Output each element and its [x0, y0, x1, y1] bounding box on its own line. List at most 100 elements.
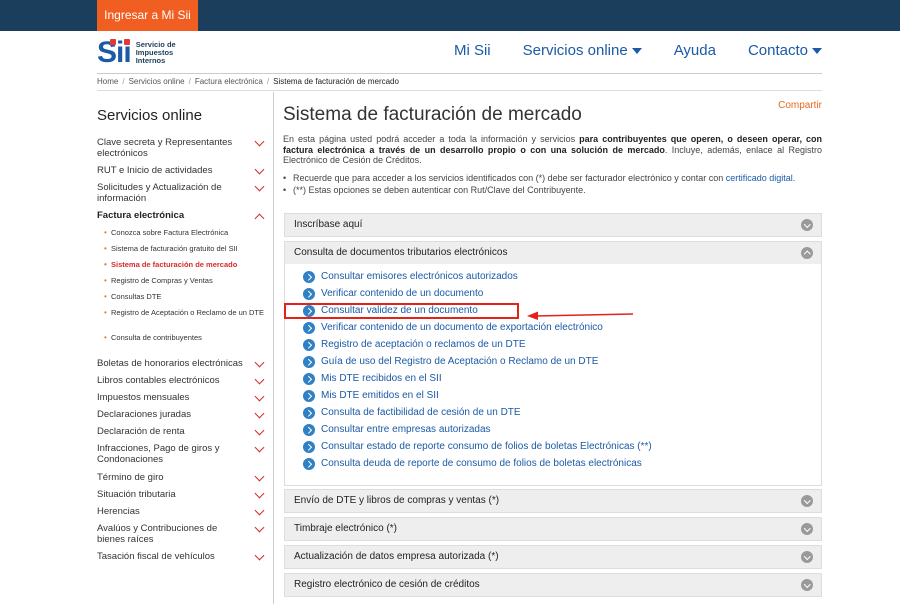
accordion-actualizacion-datos[interactable]: Actualización de datos empresa autorizad… [284, 545, 822, 569]
sidebar-item-label: Libros contables electrónicos [97, 375, 220, 386]
chevron-down-icon [254, 181, 265, 192]
breadcrumb-separator: / [188, 77, 191, 86]
arrow-right-icon [303, 288, 315, 300]
sidebar-item-label: Término de giro [97, 472, 164, 483]
link-label: Consulta deuda de reporte de consumo de … [321, 458, 642, 469]
sidebar-item-label: RUT e Inicio de actividades [97, 165, 213, 176]
sidebar-item-herencias[interactable]: Herencias [97, 505, 267, 517]
link-consultar-emisores[interactable]: Consultar emisores electrónicos autoriza… [303, 270, 518, 284]
login-button[interactable]: Ingresar a Mi Sii [97, 0, 198, 31]
arrow-right-icon [303, 322, 315, 334]
nav-servicios-label: Servicios online [522, 42, 628, 59]
sidebar-item-termino-giro[interactable]: Término de giro [97, 471, 267, 483]
breadcrumb-home[interactable]: Home [97, 77, 118, 86]
nav-contacto[interactable]: Contacto [748, 42, 822, 59]
link-dte-recibidos[interactable]: Mis DTE recibidos en el SII [303, 372, 442, 386]
link-verificar-contenido[interactable]: Verificar contenido de un documento [303, 287, 483, 301]
chevron-down-icon [801, 219, 813, 231]
sii-logo[interactable]: Sii Servicio de Impuestos Internos [97, 38, 176, 68]
sidebar-subitem-gratuito[interactable]: Sistema de facturación gratuito del SII [104, 244, 264, 253]
sidebar-item-rut[interactable]: RUT e Inicio de actividades [97, 164, 267, 176]
link-empresas-autorizadas[interactable]: Consultar entre empresas autorizadas [303, 423, 491, 437]
link-factibilidad-cesion[interactable]: Consulta de factibilidad de cesión de un… [303, 406, 521, 420]
sidebar-subitem-compras-ventas[interactable]: Registro de Compras y Ventas [104, 276, 264, 285]
chevron-down-icon [254, 442, 265, 453]
sidebar-item-infracciones[interactable]: Infracciones, Pago de giros y Condonacio… [97, 442, 267, 465]
sidebar-item-label: Factura electrónica [97, 210, 185, 221]
annotation-arrow-icon [527, 311, 634, 320]
chevron-down-icon [254, 505, 265, 516]
breadcrumb: Home / Servicios online / Factura electrónic… [97, 77, 399, 86]
chevron-down-icon [801, 551, 813, 563]
link-dte-emitidos[interactable]: Mis DTE emitidos en el SII [303, 389, 439, 403]
intro-text: En esta página usted podrá acceder a tod… [283, 134, 580, 144]
sidebar-item-situacion[interactable]: Situación tributaria [97, 488, 267, 500]
chevron-down-icon [254, 136, 265, 147]
note-text: Recuerde que para acceder a los servicio… [293, 173, 726, 183]
link-registro-aceptacion[interactable]: Registro de aceptación o reclamos de un … [303, 338, 526, 352]
arrow-right-icon [303, 271, 315, 283]
sidebar-item-label: Boletas de honorarios electrónicas [97, 358, 243, 369]
sidebar-item-factura-electronica[interactable]: Factura electrónica [97, 210, 267, 224]
chevron-down-icon [254, 488, 265, 499]
chevron-down-icon [801, 579, 813, 591]
sidebar-item-renta[interactable]: Declaración de renta [97, 425, 267, 437]
sidebar-item-tasacion[interactable]: Tasación fiscal de vehículos [97, 550, 267, 562]
chevron-down-icon [254, 164, 265, 175]
sidebar-subitem-conozca[interactable]: Conozca sobre Factura Electrónica [104, 228, 264, 237]
link-estado-reporte-folios[interactable]: Consultar estado de reporte consumo de f… [303, 440, 652, 454]
chevron-down-icon [254, 522, 265, 533]
page-title: Sistema de facturación de mercado [283, 104, 582, 125]
sidebar-item-label: Solicitudes y Actualización de informaci… [97, 182, 222, 204]
sidebar-item-impuestos[interactable]: Impuestos mensuales [97, 391, 267, 403]
share-link[interactable]: Compartir [778, 100, 822, 111]
link-guia-uso[interactable]: Guía de uso del Registro de Aceptación o… [303, 355, 598, 369]
chevron-down-icon [254, 391, 265, 402]
sidebar-item-label: Tasación fiscal de vehículos [97, 551, 215, 562]
sidebar-item-solicitudes[interactable]: Solicitudes y Actualización de informaci… [97, 181, 267, 204]
note-item: Recuerde que para acceder a los servicio… [283, 173, 822, 184]
nav-ayuda[interactable]: Ayuda [674, 42, 716, 59]
sidebar-item-label: Declaraciones juradas [97, 409, 191, 420]
sidebar-divider [273, 92, 274, 604]
logo-mark: Sii [97, 38, 132, 68]
nav-mi-sii[interactable]: Mi Sii [454, 42, 491, 59]
breadcrumb-separator: / [266, 77, 270, 86]
certificado-digital-link[interactable]: certificado digital [726, 173, 793, 183]
logo-line: Internos [135, 56, 166, 65]
header-divider [97, 73, 822, 74]
breadcrumb-factura[interactable]: Factura electrónica [195, 77, 263, 86]
link-verificar-exportacion[interactable]: Verificar contenido de un documento de e… [303, 321, 603, 335]
link-deuda-reporte-folios[interactable]: Consulta deuda de reporte de consumo de … [303, 457, 642, 471]
sidebar-item-label: Declaración de renta [97, 426, 185, 437]
arrow-right-icon [303, 424, 315, 436]
sidebar-item-avaluos[interactable]: Avalúos y Contribuciones de bienes raíce… [97, 522, 267, 545]
accordion-label: Consulta de documentos tributarios elect… [294, 247, 508, 258]
chevron-up-icon [801, 247, 813, 259]
intro-paragraph: En esta página usted podrá acceder a tod… [283, 134, 822, 166]
sidebar-subitem-contribuyentes[interactable]: Consulta de contribuyentes [104, 333, 264, 342]
logo-dot-icon [110, 39, 116, 45]
sidebar-subitem-consultas-dte[interactable]: Consultas DTE [104, 292, 264, 301]
sidebar-subitem-aceptacion[interactable]: Registro de Aceptación o Reclamo de un D… [104, 308, 264, 317]
accordion-cesion-creditos[interactable]: Registro electrónico de cesión de crédit… [284, 573, 822, 597]
sidebar-item-clave-secreta[interactable]: Clave secreta y Representantes electróni… [97, 136, 267, 159]
chevron-down-icon [254, 471, 265, 482]
accordion-inscribase[interactable]: Inscríbase aquí [284, 213, 822, 237]
sidebar-item-boletas[interactable]: Boletas de honorarios electrónicas [97, 357, 267, 369]
link-label: Registro de aceptación o reclamos de un … [321, 339, 526, 350]
sidebar-subitem-mercado[interactable]: Sistema de facturación de mercado [104, 260, 264, 269]
accordion-envio-dte[interactable]: Envío de DTE y libros de compras y venta… [284, 489, 822, 513]
notes-list: Recuerde que para acceder a los servicio… [283, 173, 822, 196]
accordion-consulta-documentos[interactable]: Consulta de documentos tributarios elect… [284, 241, 822, 265]
highlight-box [284, 303, 519, 319]
accordion-timbraje[interactable]: Timbraje electrónico (*) [284, 517, 822, 541]
chevron-down-icon [254, 550, 265, 561]
nav-servicios-online[interactable]: Servicios online [523, 42, 642, 59]
note-text: . [792, 173, 796, 183]
sidebar-item-label: Clave secreta y Representantes electróni… [97, 137, 233, 159]
sidebar-item-declaraciones[interactable]: Declaraciones juradas [97, 408, 267, 420]
breadcrumb-servicios[interactable]: Servicios online [129, 77, 185, 86]
chevron-down-icon [254, 374, 265, 385]
sidebar-item-libros[interactable]: Libros contables electrónicos [97, 374, 267, 386]
